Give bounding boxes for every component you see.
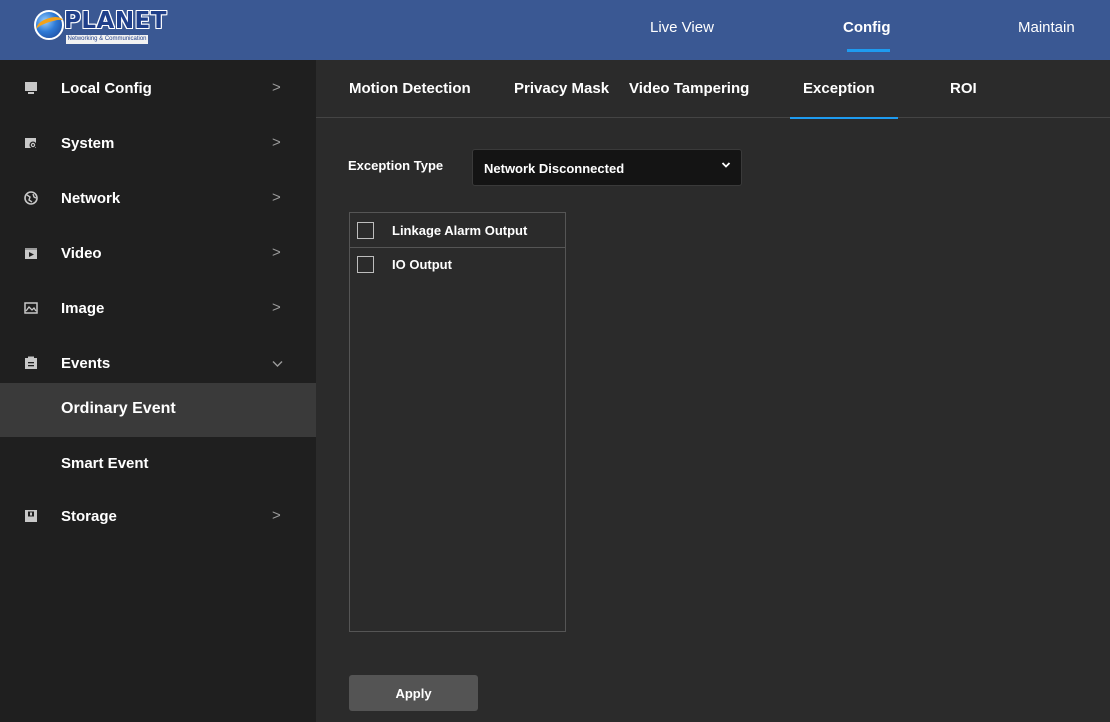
system-icon — [25, 138, 37, 149]
nav-active-indicator — [847, 49, 890, 52]
chevron-down-icon — [721, 162, 731, 168]
nav-config[interactable]: Config — [843, 19, 890, 36]
sidebar-subitem-label: Smart Event — [61, 455, 149, 472]
list-divider — [350, 247, 565, 248]
linkage-alarm-output-checkbox[interactable] — [357, 222, 374, 239]
exception-type-label: Exception Type — [348, 158, 444, 173]
sidebar-subitem-ordinary-event[interactable]: Ordinary Event — [0, 383, 316, 437]
nav-maintain[interactable]: Maintain — [1018, 19, 1075, 36]
chevron-right-icon: > — [272, 507, 281, 524]
sidebar-item-label: Storage — [61, 508, 117, 525]
network-globe-icon — [24, 191, 38, 205]
chevron-right-icon: > — [272, 299, 281, 316]
video-icon — [25, 248, 37, 259]
sidebar: Local Config > System > Network > Video … — [0, 60, 316, 722]
io-output-checkbox[interactable] — [357, 256, 374, 273]
exception-type-select[interactable]: Network Disconnected — [472, 149, 742, 186]
sidebar-item-local-config[interactable]: Local Config > — [0, 62, 316, 116]
sidebar-item-label: Events — [61, 355, 111, 372]
linkage-alarm-output-label: Linkage Alarm Output — [392, 223, 528, 238]
io-output-label: IO Output — [392, 257, 452, 272]
sidebar-item-network[interactable]: Network > — [0, 172, 316, 226]
top-bar: PLANET Networking & Communication Live V… — [0, 0, 1110, 60]
sidebar-item-label: Video — [61, 245, 102, 262]
tab-motion-detection[interactable]: Motion Detection — [349, 80, 471, 97]
tab-active-indicator — [790, 117, 898, 119]
monitor-icon — [25, 82, 37, 94]
tab-roi[interactable]: ROI — [950, 80, 977, 97]
sidebar-item-storage[interactable]: Storage > — [0, 490, 316, 544]
logo-text: PLANET — [64, 8, 167, 34]
logo-subtext: Networking & Communication — [66, 35, 148, 44]
exception-type-value: Network Disconnected — [484, 161, 625, 176]
linkage-list: Linkage Alarm Output IO Output — [349, 212, 566, 632]
tab-exception[interactable]: Exception — [803, 80, 875, 97]
chevron-right-icon: > — [272, 189, 281, 206]
sidebar-item-label: Image — [61, 300, 105, 317]
storage-icon — [25, 510, 37, 522]
sidebar-item-label: Network — [61, 190, 121, 207]
tab-video-tampering[interactable]: Video Tampering — [629, 80, 749, 97]
sidebar-item-image[interactable]: Image > — [0, 282, 316, 336]
apply-button[interactable]: Apply — [349, 675, 478, 711]
sidebar-item-system[interactable]: System > — [0, 117, 316, 171]
chevron-right-icon: > — [272, 134, 281, 151]
sidebar-subitem-label: Ordinary Event — [61, 400, 176, 417]
list-item: IO Output — [350, 256, 565, 286]
tabs-divider — [316, 117, 1110, 118]
planet-logo: PLANET Networking & Communication — [34, 8, 166, 48]
sidebar-item-video[interactable]: Video > — [0, 227, 316, 281]
sidebar-item-label: System — [61, 135, 115, 152]
sidebar-item-label: Local Config — [61, 80, 152, 97]
tab-privacy-mask[interactable]: Privacy Mask — [514, 80, 609, 97]
events-clipboard-icon — [25, 356, 37, 369]
chevron-right-icon: > — [272, 244, 281, 261]
image-icon — [24, 302, 38, 314]
chevron-down-icon — [272, 361, 283, 367]
nav-live-view[interactable]: Live View — [650, 19, 714, 36]
chevron-right-icon: > — [272, 79, 281, 96]
sidebar-subitem-smart-event[interactable]: Smart Event — [0, 438, 316, 492]
